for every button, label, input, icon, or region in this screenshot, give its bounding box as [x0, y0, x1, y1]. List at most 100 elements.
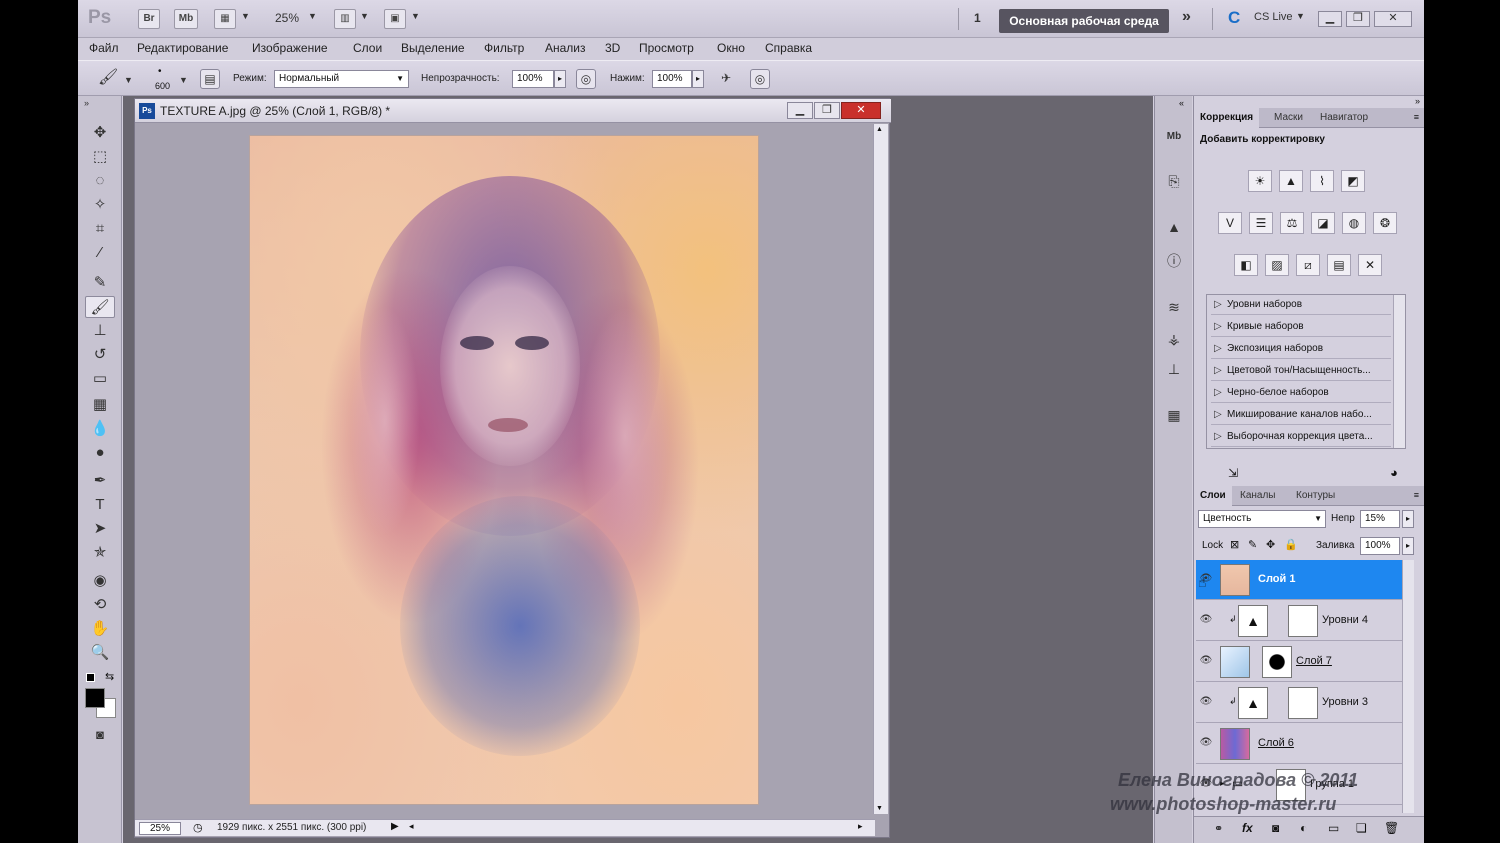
layer-row[interactable]: 👁 ↲ ▲ Уровни 3 [1196, 683, 1402, 723]
minimize-button[interactable]: ▁ [1318, 11, 1342, 27]
mini-bridge-icon[interactable]: Mb [1162, 126, 1186, 148]
clone-source-icon[interactable]: ⊥ [1162, 358, 1186, 380]
menu-select[interactable]: Выделение [401, 41, 465, 55]
hand-tool-icon[interactable]: ✋ [85, 618, 115, 640]
tab-masks[interactable]: Маски [1268, 108, 1309, 128]
type-tool-icon[interactable]: T [85, 494, 115, 516]
layer-name[interactable]: Уровни 3 [1322, 696, 1368, 708]
menu-help[interactable]: Справка [765, 41, 812, 55]
swap-colors-icon[interactable]: ⇆ [105, 670, 114, 683]
document-profile-icon[interactable]: ◷ [193, 821, 203, 834]
brushes-icon[interactable]: ⚶ [1162, 328, 1186, 350]
dodge-tool-icon[interactable]: ● [85, 442, 115, 464]
visibility-eye-icon[interactable]: 👁 [1199, 696, 1213, 710]
preset-hue-saturation[interactable]: ▷ Цветовой тон/Насыщенность... [1211, 361, 1391, 381]
return-to-list-icon[interactable]: ⇲ [1228, 466, 1238, 480]
collapse-icon[interactable]: « [1179, 98, 1184, 108]
layer-row[interactable]: 👁 Слой 1 [1196, 560, 1402, 600]
tab-layers[interactable]: Слои [1194, 486, 1232, 506]
blur-tool-icon[interactable]: 💧 [85, 418, 115, 440]
marquee-tool-icon[interactable]: ⬚ [85, 146, 115, 168]
lock-position-icon[interactable]: ✥ [1266, 538, 1275, 551]
crop-tool-icon[interactable]: ⌗ [85, 218, 115, 240]
extras-icon[interactable]: ▦ [214, 9, 236, 29]
lasso-tool-icon[interactable]: ◌ [85, 170, 115, 192]
vibrance-icon[interactable]: V [1218, 212, 1242, 234]
lock-pixels-icon[interactable]: ✎ [1248, 538, 1257, 551]
new-layer-icon[interactable]: ❏ [1356, 821, 1367, 835]
opacity-slider-arrow[interactable]: ▸ [554, 70, 566, 88]
document-title-bar[interactable]: Ps TEXTURE A.jpg @ 25% (Слой 1, RGB/8) *… [135, 99, 891, 123]
new-group-icon[interactable]: ▭ [1328, 821, 1339, 835]
layer-opacity-input[interactable]: 15% [1360, 510, 1400, 528]
vertical-scrollbar[interactable]: ▲ ▼ [873, 124, 888, 814]
move-tool-icon[interactable]: ✥ [85, 122, 115, 144]
maximize-button[interactable]: ❐ [1346, 11, 1370, 27]
path-select-tool-icon[interactable]: ➤ [85, 518, 115, 540]
visibility-eye-icon[interactable]: 👁 [1199, 737, 1213, 751]
panel-menu-icon[interactable]: ≡ [1414, 490, 1419, 500]
preset-channel-mixer[interactable]: ▷ Микширование каналов набо... [1211, 405, 1391, 425]
presets-scrollbar[interactable] [1393, 295, 1405, 448]
eyedropper-tool-icon[interactable]: ⁄ [85, 242, 115, 264]
selective-color-icon[interactable]: ✕ [1358, 254, 1382, 276]
layer-name[interactable]: Слой 1 [1258, 573, 1295, 585]
quick-select-tool-icon[interactable]: ✧ [85, 194, 115, 216]
layer-opacity-arrow[interactable]: ▸ [1402, 510, 1414, 528]
arrange-documents-icon[interactable]: ▥ [334, 9, 356, 29]
tab-navigator[interactable]: Навигатор [1314, 108, 1374, 128]
tab-adjustments[interactable]: Коррекция [1194, 108, 1260, 128]
lock-transparency-icon[interactable]: ⊠ [1230, 538, 1239, 551]
document-close-button[interactable]: ✕ [841, 102, 881, 119]
workspace-switcher-button[interactable]: Основная рабочая среда [999, 9, 1169, 33]
tablet-opacity-icon[interactable]: ◎ [576, 69, 596, 89]
healing-brush-tool-icon[interactable]: ✎ [85, 272, 115, 294]
cs-live-icon[interactable]: C [1228, 8, 1240, 28]
layer-row[interactable]: 👁 ↲ ▲ Уровни 4 [1196, 601, 1402, 641]
cs-live-label[interactable]: CS Live [1254, 11, 1293, 23]
chevron-down-icon[interactable]: ▼ [360, 11, 369, 21]
lock-all-icon[interactable]: 🔒 [1284, 538, 1298, 551]
zoom-level[interactable]: 25% [275, 11, 299, 25]
visibility-eye-icon[interactable]: 👁 [1199, 655, 1213, 669]
add-mask-icon[interactable]: ◙ [1272, 821, 1279, 835]
pressure-slider-arrow[interactable]: ▸ [692, 70, 704, 88]
menu-image[interactable]: Изображение [252, 41, 328, 55]
chevron-down-icon[interactable]: ▼ [411, 11, 420, 21]
screen-mode-icon[interactable]: ▣ [384, 9, 406, 29]
levels-icon[interactable]: ▲ [1279, 170, 1303, 192]
chevron-down-icon[interactable]: ▼ [179, 75, 188, 85]
menu-view[interactable]: Просмотр [639, 41, 694, 55]
posterize-icon[interactable]: ▨ [1265, 254, 1289, 276]
menu-window[interactable]: Окно [717, 41, 745, 55]
preset-curves[interactable]: ▷ Кривые наборов [1211, 317, 1391, 337]
tablet-pressure-icon[interactable]: ◎ [750, 69, 770, 89]
layer-name[interactable]: Уровни 4 [1322, 614, 1368, 626]
black-white-icon[interactable]: ◪ [1311, 212, 1335, 234]
layer-name[interactable]: Слой 6 [1258, 737, 1294, 749]
fill-input[interactable]: 100% [1360, 537, 1400, 555]
photo-filter-icon[interactable]: ◍ [1342, 212, 1366, 234]
clip-layer-icon[interactable]: ◕ [1390, 465, 1398, 480]
layer-row[interactable]: 👁 Слой 7 [1196, 642, 1402, 682]
status-zoom[interactable]: 25% [139, 822, 181, 835]
tab-channels[interactable]: Каналы [1234, 486, 1282, 506]
preset-black-white[interactable]: ▷ Черно-белое наборов [1211, 383, 1391, 403]
preset-selective-color[interactable]: ▷ Выборочная коррекция цвета... [1211, 427, 1391, 447]
menu-3d[interactable]: 3D [605, 41, 620, 55]
history-brush-tool-icon[interactable]: ↺ [85, 344, 115, 366]
preset-levels[interactable]: ▷ Уровни наборов [1211, 295, 1391, 315]
foreground-color-swatch[interactable] [85, 688, 105, 708]
canvas-image[interactable] [249, 135, 759, 805]
swatches-icon[interactable]: ▦ [1162, 404, 1186, 426]
clone-stamp-tool-icon[interactable]: ⊥ [85, 320, 115, 342]
zoom-tool-icon[interactable]: 🔍 [85, 642, 115, 664]
chevron-down-icon[interactable]: ▼ [124, 75, 133, 85]
panel-menu-icon[interactable]: ≡ [1414, 112, 1419, 122]
brush-size[interactable]: 600 [155, 81, 170, 91]
visibility-eye-icon[interactable]: 👁 [1199, 614, 1213, 628]
preset-exposure[interactable]: ▷ Экспозиция наборов [1211, 339, 1391, 359]
menu-layers[interactable]: Слои [353, 41, 382, 55]
opacity-input[interactable]: 100% [512, 70, 554, 88]
menu-edit[interactable]: Редактирование [137, 41, 228, 55]
